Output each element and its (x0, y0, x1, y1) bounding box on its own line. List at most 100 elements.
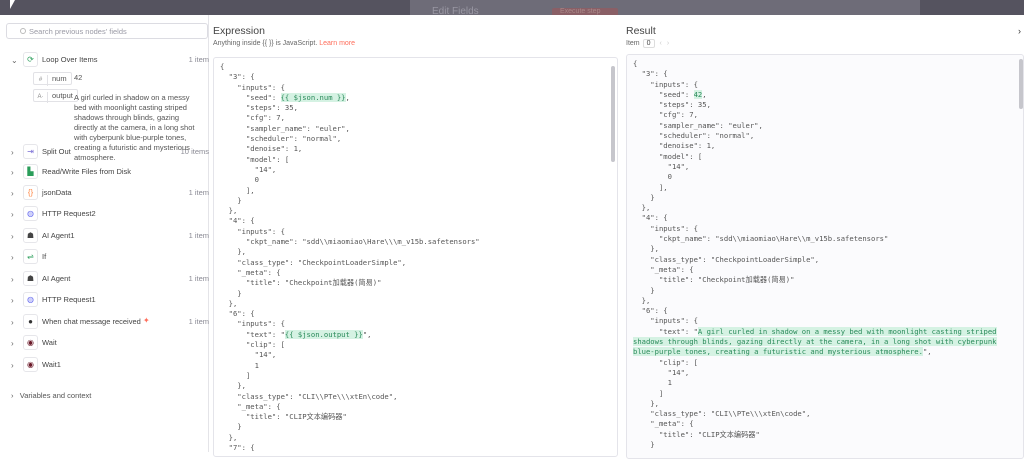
node-wait1[interactable]: › ◉ Wait1 (0, 355, 209, 375)
learn-more-link[interactable]: Learn more (319, 40, 355, 47)
node-wait[interactable]: › ◉ Wait (0, 333, 209, 353)
code-line: } (220, 288, 242, 298)
node-read-write-files-from-disk[interactable]: › ▙ Read/Write Files from Disk (0, 162, 209, 182)
code-line: 1 (220, 360, 259, 370)
item-selector: Item 0 ‹ › (626, 39, 669, 48)
next-item-button[interactable]: › (667, 40, 669, 47)
expression-editor[interactable]: { "3": { "inputs": { "seed": {{ $json.nu… (213, 57, 618, 457)
resolved-expression: 42 (693, 89, 703, 99)
node-when-chat-message-received[interactable]: › ● When chat message received ✦ 1 item (0, 312, 209, 332)
code-line: 1 (633, 378, 672, 388)
loop-icon: ⟳ (23, 52, 38, 67)
field-key: output (52, 91, 73, 100)
chevron-right-icon[interactable]: › (11, 275, 14, 284)
chevron-right-icon[interactable]: › (11, 148, 14, 157)
code-line: "sampler_name": "euler", (633, 120, 763, 130)
code-line: ], (220, 185, 255, 195)
expression-title: Expression (213, 25, 265, 37)
code-fragment: "seed": (220, 92, 281, 102)
code-line: "3": { (220, 72, 255, 82)
node-ai-agent[interactable]: › ☗ AI Agent 1 item (0, 269, 209, 289)
code-line: } (633, 439, 655, 449)
chevron-right-icon[interactable]: › (11, 361, 14, 370)
code-line: blue-purple tones, creating a futuristic… (633, 347, 932, 357)
field-pill-output[interactable]: A· output (33, 89, 78, 103)
code-line: ], (633, 182, 668, 192)
code-line: "inputs": { (633, 223, 698, 233)
code-line: "ckpt_name": "sdd\\miaomiao\Hare\\\m_v15… (220, 237, 480, 247)
background-node-header (410, 0, 920, 15)
chevron-down-icon[interactable]: ⌄ (11, 56, 18, 65)
field-key: num (52, 74, 67, 83)
background-execute-step-button: Execute step (552, 8, 618, 15)
code-fragment: "seed": (633, 89, 694, 99)
chevron-right-icon[interactable]: › (11, 296, 14, 305)
node-if[interactable]: › ⇌ If (0, 247, 209, 267)
number-type-icon: # (34, 75, 48, 86)
node-item-count: 1 item (188, 274, 209, 283)
wait-icon: ◉ (23, 357, 38, 372)
resolved-expression: A girl curled in shadow on a messy bed w… (697, 326, 997, 336)
code-line: "cfg": 7, (220, 113, 285, 123)
item-index-input[interactable]: 0 (642, 39, 655, 48)
code-line: "title": "CLIP文本编码器" (633, 429, 760, 439)
node-name: Loop Over Items (42, 55, 98, 64)
code-line: 0 (220, 175, 259, 185)
result-title: Result (626, 25, 656, 37)
chevron-right-icon[interactable]: › (11, 210, 14, 219)
node-name: HTTP Request2 (42, 209, 96, 218)
expression-scrollbar[interactable] (611, 66, 615, 162)
expression-code[interactable]: { "3": { "inputs": { "seed": {{ $json.nu… (214, 58, 617, 453)
code-line: "text": "A girl curled in shadow on a me… (633, 326, 997, 336)
chevron-right-icon[interactable]: › (11, 232, 14, 241)
expression-hint: Anything inside {{ }} is JavaScript. Lea… (213, 40, 355, 47)
code-fragment: ", (922, 347, 932, 357)
code-line: "_meta": { (633, 419, 694, 429)
node-name: AI Agent (42, 274, 71, 283)
chevron-right-icon[interactable]: › (11, 253, 14, 262)
code-line: "_meta": { (220, 267, 281, 277)
search-input[interactable]: Search previous nodes' fields (6, 23, 208, 39)
robot-icon: ☗ (23, 271, 38, 286)
code-line: "text": "{{ $json.output }}", (220, 329, 371, 339)
input-panel: Search previous nodes' fields ⌄ ⟳ Loop O… (0, 15, 209, 452)
node-jsondata[interactable]: › {} jsonData 1 item (0, 183, 209, 203)
chevron-right-icon[interactable]: › (11, 339, 14, 348)
code-line: "seed": {{ $json.num }}, (220, 92, 350, 102)
field-pill-num[interactable]: # num (33, 72, 72, 86)
code-line: "14", (633, 367, 690, 377)
chevron-right-icon[interactable]: › (11, 189, 14, 198)
code-line: "ckpt_name": "sdd\\miaomiao\Hare\\m_v15b… (633, 234, 889, 244)
code-line: }, (633, 398, 659, 408)
variables-and-context-toggle[interactable]: › Variables and context (11, 391, 91, 400)
node-name: Split Out (42, 147, 71, 156)
chevron-right-icon[interactable]: › (11, 318, 14, 327)
node-item-count: 1 item (188, 55, 209, 64)
code-line: "4": { (633, 213, 668, 223)
code-line: "cfg": 7, (633, 110, 698, 120)
field-value: A girl curled in shadow on a messy bed w… (74, 93, 195, 162)
code-line: "class_type": "CheckpointLoaderSimple", (220, 257, 407, 267)
node-http-request2[interactable]: › ◍ HTTP Request2 (0, 204, 209, 224)
variables-label: Variables and context (19, 391, 92, 400)
node-loop-over-items[interactable]: ⌄ ⟳ Loop Over Items 1 item (0, 50, 209, 70)
node-name: AI Agent1 (42, 231, 75, 240)
collapse-panel-icon[interactable]: › (1018, 26, 1021, 36)
code-fragment: , (702, 89, 707, 99)
node-ai-agent1[interactable]: › ☗ AI Agent1 1 item (0, 226, 209, 246)
result-viewer: { "3": { "inputs": { "seed": 42, "steps"… (626, 54, 1024, 459)
code-line: "class_type": "CLI\\PTe\\\xtEn\code", (220, 391, 398, 401)
prev-item-button[interactable]: ‹ (660, 40, 662, 47)
node-http-request1[interactable]: › ◍ HTTP Request1 (0, 290, 209, 310)
result-scrollbar[interactable] (1019, 59, 1023, 109)
code-line: }, (633, 295, 651, 305)
node-name: Wait (42, 338, 57, 347)
chevron-right-icon[interactable]: › (11, 168, 14, 177)
chat-icon: ● (23, 314, 38, 329)
code-line: "inputs": { (220, 82, 285, 92)
trigger-bolt-icon: ✦ (143, 316, 150, 325)
result-code: { "3": { "inputs": { "seed": 42, "steps"… (627, 55, 1023, 450)
hint-text: Anything inside {{ }} is JavaScript. (213, 40, 318, 47)
code-line: "14", (220, 350, 277, 360)
resolved-expression: {{ $json.output }} (284, 329, 363, 339)
